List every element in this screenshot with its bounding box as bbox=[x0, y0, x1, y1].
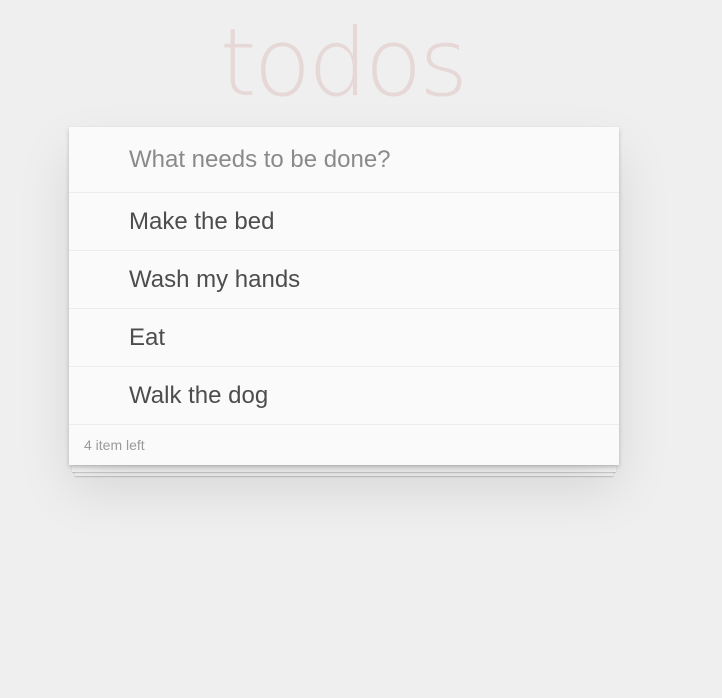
todo-item[interactable]: Wash my hands bbox=[69, 251, 619, 309]
todo-footer: 4 item left bbox=[69, 425, 619, 465]
todo-item[interactable]: Eat bbox=[69, 309, 619, 367]
app-title: todos bbox=[219, 9, 469, 118]
todo-list: Make the bed Wash my hands Eat Walk the … bbox=[69, 193, 619, 425]
stack-shadow-1 bbox=[72, 466, 616, 472]
items-left-count: 4 item left bbox=[84, 437, 145, 453]
todo-item[interactable]: Walk the dog bbox=[69, 367, 619, 425]
todo-app: Make the bed Wash my hands Eat Walk the … bbox=[69, 127, 619, 465]
new-todo-input[interactable] bbox=[69, 127, 619, 193]
todo-item[interactable]: Make the bed bbox=[69, 193, 619, 251]
